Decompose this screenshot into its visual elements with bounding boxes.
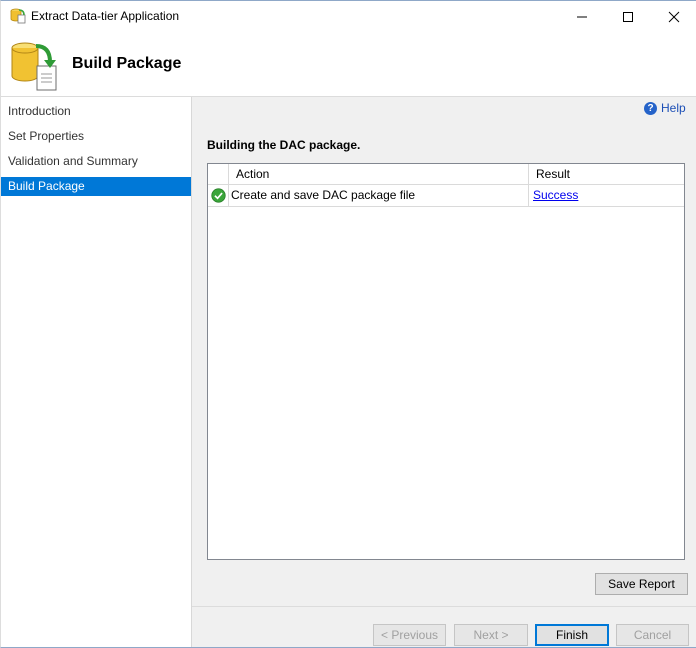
- success-check-icon: [210, 188, 226, 203]
- action-cell: Create and save DAC package file: [229, 185, 529, 206]
- next-button[interactable]: Next >: [454, 624, 528, 646]
- window-title: Extract Data-tier Application: [31, 9, 180, 23]
- sidebar-item-build-package[interactable]: Build Package: [1, 177, 191, 196]
- column-header-action[interactable]: Action: [229, 164, 529, 184]
- sidebar-item-set-properties[interactable]: Set Properties: [1, 127, 191, 146]
- maximize-icon: [623, 11, 633, 22]
- sidebar-item-introduction[interactable]: Introduction: [1, 102, 191, 121]
- title-bar: Extract Data-tier Application: [1, 1, 696, 32]
- help-link[interactable]: ? Help: [644, 101, 686, 115]
- wizard-steps-sidebar: Introduction Set Properties Validation a…: [1, 97, 192, 647]
- maximize-button[interactable]: [605, 1, 651, 32]
- help-icon: ?: [644, 101, 657, 115]
- results-grid: Action Result Create and save DAC packag…: [207, 163, 685, 560]
- database-package-icon: [11, 42, 57, 91]
- save-report-button[interactable]: Save Report: [595, 573, 688, 595]
- minimize-button[interactable]: [559, 1, 605, 32]
- help-label: Help: [661, 101, 686, 115]
- previous-button[interactable]: < Previous: [373, 624, 446, 646]
- close-icon: [668, 11, 680, 22]
- footer-divider: [192, 606, 696, 607]
- page-title: Build Package: [72, 55, 182, 72]
- wizard-header: Build Package: [1, 32, 696, 97]
- minimize-icon: [577, 16, 587, 17]
- wizard-window: Extract Data-tier Application Build Pack…: [0, 0, 696, 648]
- close-button[interactable]: [651, 1, 696, 32]
- cancel-button[interactable]: Cancel: [616, 624, 689, 646]
- database-package-icon: [10, 8, 26, 24]
- main-content: ? Help Building the DAC package. Action …: [192, 97, 696, 647]
- table-row: Create and save DAC package file Success: [208, 185, 684, 207]
- status-cell: [208, 185, 229, 206]
- finish-button[interactable]: Finish: [535, 624, 609, 646]
- column-header-status: [208, 164, 229, 184]
- sidebar-item-validation-and-summary[interactable]: Validation and Summary: [1, 152, 191, 171]
- section-label: Building the DAC package.: [207, 138, 361, 152]
- grid-header: Action Result: [208, 164, 684, 185]
- result-cell: Success: [529, 185, 684, 206]
- column-header-result[interactable]: Result: [529, 164, 684, 184]
- result-success-link[interactable]: Success: [533, 188, 578, 202]
